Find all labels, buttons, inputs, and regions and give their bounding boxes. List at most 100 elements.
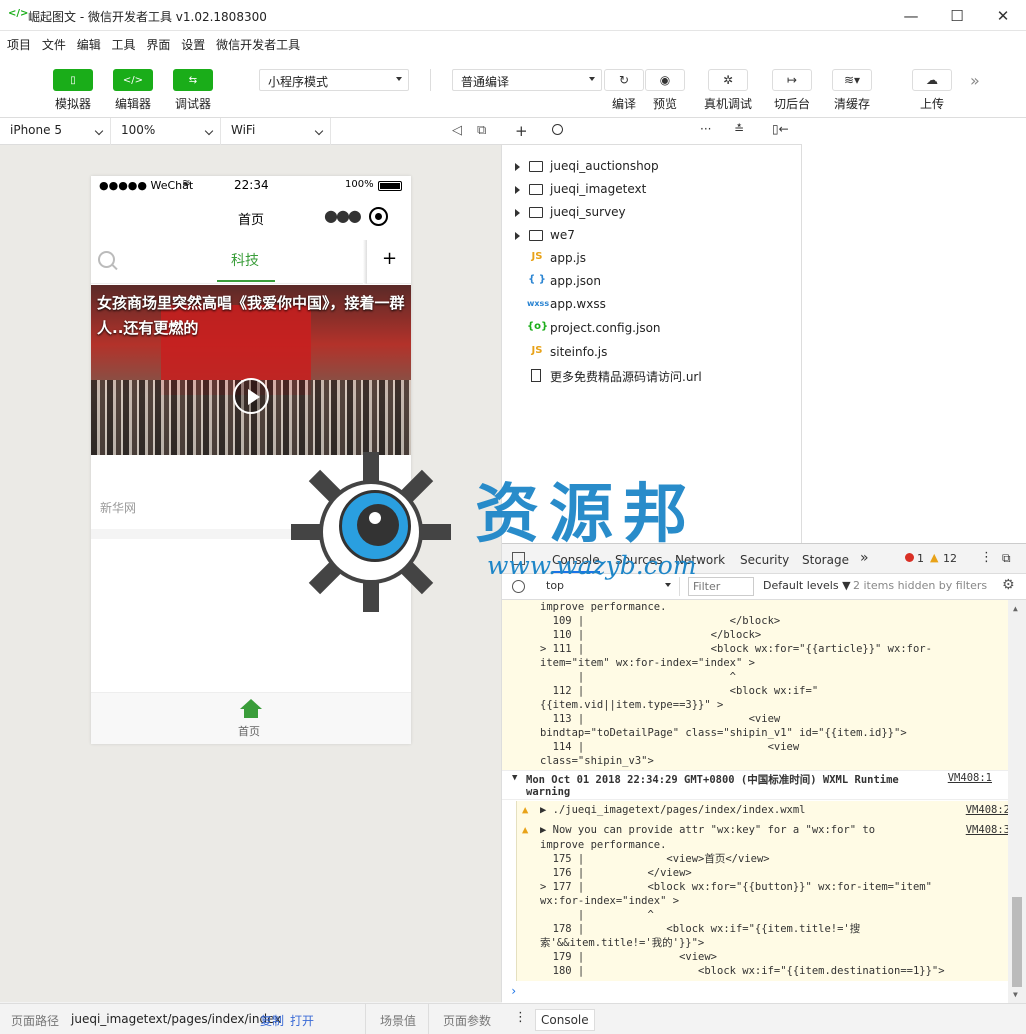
menu-item-edit[interactable]: 编辑 xyxy=(77,36,101,53)
gear-icon[interactable]: ⚙ xyxy=(1002,577,1015,593)
maximize-button[interactable]: ☐ xyxy=(934,0,980,31)
page-path: jueqi_imagetext/pages/index/index xyxy=(71,1012,282,1026)
menu-item-tools[interactable]: 工具 xyxy=(112,36,136,53)
scrollbar[interactable]: ▲ ▼ xyxy=(1008,600,1026,1003)
tab-security[interactable]: Security xyxy=(740,553,789,567)
close-button[interactable]: ✕ xyxy=(980,0,1026,31)
warning-file-path[interactable]: ▶ ./jueqi_imagetext/pages/index/index.wx… xyxy=(540,804,806,816)
page-params-button[interactable]: 页面参数 xyxy=(443,1012,491,1029)
more-dots-icon[interactable]: ●●● xyxy=(324,206,362,225)
video-thumbnail[interactable]: 女孩商场里突然高唱《我爱你中国》，接着一群人..还有更燃的 xyxy=(91,285,411,455)
error-count[interactable]: 1 xyxy=(917,552,924,565)
more-tabs-icon[interactable]: » xyxy=(860,550,869,566)
capsule-menu[interactable]: ●●● xyxy=(316,206,403,230)
close-target-icon[interactable] xyxy=(369,207,388,226)
warning-message[interactable]: ▶ Now you can provide attr "wx:key" for … xyxy=(540,824,875,836)
code-line: 176 | </view> xyxy=(540,867,692,879)
device-select[interactable]: iPhone 5 xyxy=(0,118,111,145)
expand-arrow-icon[interactable] xyxy=(515,232,520,240)
add-category-button[interactable]: + xyxy=(382,248,397,269)
expand-arrow-icon[interactable] xyxy=(515,186,520,194)
network-select[interactable]: WiFi xyxy=(221,118,331,145)
code-line: | ^ xyxy=(540,671,736,683)
clear-cache-button[interactable]: ≋▾ xyxy=(832,69,872,91)
compile-button[interactable]: ↻ xyxy=(604,69,644,91)
mode-select[interactable]: 小程序模式 xyxy=(259,69,409,91)
drawer-tab-console[interactable]: Console xyxy=(535,1009,595,1031)
upload-button[interactable]: ☁ xyxy=(912,69,952,91)
levels-select[interactable]: Default levels ▼ xyxy=(763,579,851,592)
source-link[interactable]: VM408:2 xyxy=(966,804,1010,816)
editor-toggle-button[interactable]: </> xyxy=(113,69,153,91)
scroll-up-icon[interactable]: ▲ xyxy=(1013,604,1018,613)
zoom-select[interactable]: 100% xyxy=(111,118,221,145)
file-tree-toolbar: + ··· ≛ ▯← xyxy=(502,118,802,145)
expand-arrow-icon[interactable]: ▼ xyxy=(512,773,517,783)
expand-arrow-icon[interactable] xyxy=(515,209,520,217)
copy-link[interactable]: 复制 xyxy=(260,1012,284,1029)
file-name: app.js xyxy=(550,251,586,265)
layout-icon[interactable]: ▯← xyxy=(772,122,789,136)
more-icon[interactable]: » xyxy=(970,71,980,90)
filter-input[interactable] xyxy=(688,577,754,596)
scroll-down-icon[interactable]: ▼ xyxy=(1013,990,1018,999)
tabs-shadow xyxy=(363,240,367,284)
folder-item[interactable]: jueqi_survey xyxy=(502,201,802,224)
file-item[interactable]: JS siteinfo.js xyxy=(502,341,802,364)
menu-item-settings[interactable]: 设置 xyxy=(181,36,205,53)
menu-item-project[interactable]: 项目 xyxy=(7,36,31,53)
popout-icon[interactable]: ⧉ xyxy=(477,123,486,138)
menu-item-file[interactable]: 文件 xyxy=(42,36,66,53)
scroll-thumb[interactable] xyxy=(1012,897,1022,987)
expand-arrow-icon[interactable] xyxy=(515,163,520,171)
source-link[interactable]: VM408:1 xyxy=(948,772,992,784)
menu-item-wechat-devtools[interactable]: 微信开发者工具 xyxy=(216,36,300,53)
background-button[interactable]: ↦ xyxy=(772,69,812,91)
tab-technology[interactable]: 科技 xyxy=(231,250,259,270)
file-name: app.wxss xyxy=(550,297,606,311)
console-prompt[interactable]: › xyxy=(510,984,517,998)
search-icon[interactable] xyxy=(552,124,563,135)
category-tabs: 科技 + xyxy=(91,240,411,284)
scene-button[interactable]: 场景值 xyxy=(380,1012,416,1029)
folder-item[interactable]: we7 xyxy=(502,224,802,247)
volume-icon[interactable]: ◁ xyxy=(452,123,462,138)
file-item[interactable]: JS app.js xyxy=(502,247,802,270)
active-tab-indicator xyxy=(217,280,275,282)
editor-area xyxy=(802,118,1026,543)
minimize-button[interactable]: — xyxy=(888,0,934,31)
tab-home[interactable]: 首页 xyxy=(236,699,266,741)
wxss-file-icon: wxss xyxy=(527,299,550,308)
file-item[interactable]: 更多免费精品源码请访问.url xyxy=(502,364,802,387)
folder-item[interactable]: jueqi_auctionshop xyxy=(502,155,802,178)
chevron-down-icon xyxy=(314,126,324,136)
file-item[interactable]: {o} project.config.json xyxy=(502,317,802,340)
remote-debug-button[interactable]: ✲ xyxy=(708,69,748,91)
play-button[interactable] xyxy=(233,378,269,414)
more-options-icon[interactable]: ··· xyxy=(700,122,711,136)
source-link[interactable]: VM408:3 xyxy=(966,824,1010,836)
kebab-menu-icon[interactable]: ⋮ xyxy=(980,550,993,565)
warning-count[interactable]: 12 xyxy=(943,552,957,565)
folder-item[interactable]: jueqi_imagetext xyxy=(502,178,802,201)
log-group-header[interactable]: ▼ Mon Oct 01 2018 22:34:29 GMT+0800 (中国标… xyxy=(502,770,1008,800)
clear-console-icon[interactable] xyxy=(512,580,525,593)
debugger-toggle-button[interactable]: ⇆ xyxy=(173,69,213,91)
kebab-menu-icon[interactable]: ⋮ xyxy=(514,1010,527,1025)
group-header-text-2: warning xyxy=(526,786,571,798)
file-item[interactable]: { } app.json xyxy=(502,270,802,293)
preview-button[interactable]: ◉ xyxy=(645,69,685,91)
file-name: siteinfo.js xyxy=(550,345,608,359)
compile-mode-select[interactable]: 普通编译 xyxy=(452,69,602,91)
menu-item-view[interactable]: 界面 xyxy=(146,36,170,53)
collapse-all-icon[interactable]: ≛ xyxy=(734,122,744,136)
background-label: 切后台 xyxy=(773,97,810,111)
simulator-toggle-button[interactable]: ▯ xyxy=(53,69,93,91)
add-file-icon[interactable]: + xyxy=(515,122,528,140)
code-line: > 177 | <block wx:for="{{button}}" wx:fo… xyxy=(540,881,932,893)
open-link[interactable]: 打开 xyxy=(290,1012,314,1029)
file-item[interactable]: wxss app.wxss xyxy=(502,293,802,316)
dock-icon[interactable]: ⧉ xyxy=(1002,551,1011,566)
config-file-icon: {o} xyxy=(527,321,549,332)
tab-storage[interactable]: Storage xyxy=(802,553,849,567)
